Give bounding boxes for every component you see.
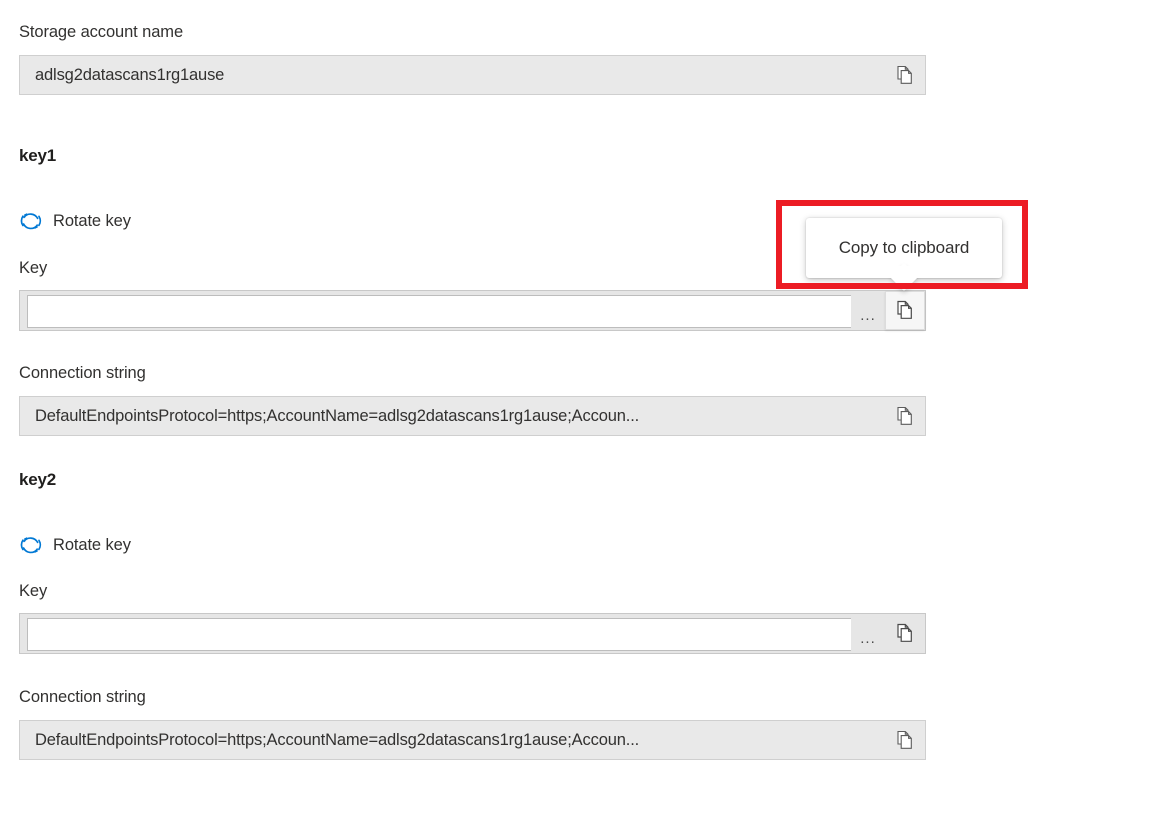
key2-key-field[interactable]: ...	[19, 613, 926, 654]
copy-icon	[895, 65, 915, 86]
key1-key-label: Key	[19, 258, 47, 278]
storage-account-name-field[interactable]: adlsg2datascans1rg1ause	[19, 55, 926, 95]
access-keys-panel: Storage account name adlsg2datascans1rg1…	[0, 0, 1164, 833]
tooltip-arrow-mask	[886, 266, 922, 278]
key1-key-field[interactable]: ...	[19, 290, 926, 331]
copy-icon	[895, 406, 915, 427]
storage-account-name-value: adlsg2datascans1rg1ause	[20, 65, 885, 85]
copy-key2-button[interactable]	[885, 614, 925, 653]
key1-section-title: key1	[19, 145, 56, 167]
key1-rotate-key-label: Rotate key	[53, 211, 131, 231]
copy-icon	[895, 623, 915, 644]
copy-key2-connection-string-button[interactable]	[885, 721, 925, 759]
key2-key-ellipsis: ...	[851, 624, 885, 644]
rotate-icon	[19, 533, 43, 557]
copy-key1-button[interactable]	[885, 291, 925, 330]
key2-connection-string-label: Connection string	[19, 687, 146, 707]
key1-key-input[interactable]	[27, 295, 851, 328]
copy-to-clipboard-tooltip: Copy to clipboard	[806, 218, 1002, 278]
storage-account-name-label: Storage account name	[19, 22, 183, 42]
key1-rotate-key-button[interactable]: Rotate key	[19, 208, 131, 234]
key2-connection-string-field[interactable]: DefaultEndpointsProtocol=https;AccountNa…	[19, 720, 926, 760]
key2-key-label: Key	[19, 581, 47, 601]
key2-section-title: key2	[19, 469, 56, 491]
copy-icon	[895, 300, 915, 321]
copy-storage-account-name-button[interactable]	[885, 56, 925, 94]
key1-connection-string-label: Connection string	[19, 363, 146, 383]
copy-key1-connection-string-button[interactable]	[885, 397, 925, 435]
key2-connection-string-value: DefaultEndpointsProtocol=https;AccountNa…	[20, 730, 885, 750]
key2-rotate-key-label: Rotate key	[53, 535, 131, 555]
key2-rotate-key-button[interactable]: Rotate key	[19, 532, 131, 558]
key2-key-input[interactable]	[27, 618, 851, 651]
copy-icon	[895, 730, 915, 751]
tooltip-text: Copy to clipboard	[839, 237, 970, 259]
key1-connection-string-field[interactable]: DefaultEndpointsProtocol=https;AccountNa…	[19, 396, 926, 436]
rotate-icon	[19, 209, 43, 233]
key1-key-ellipsis: ...	[851, 301, 885, 321]
key1-connection-string-value: DefaultEndpointsProtocol=https;AccountNa…	[20, 406, 885, 426]
